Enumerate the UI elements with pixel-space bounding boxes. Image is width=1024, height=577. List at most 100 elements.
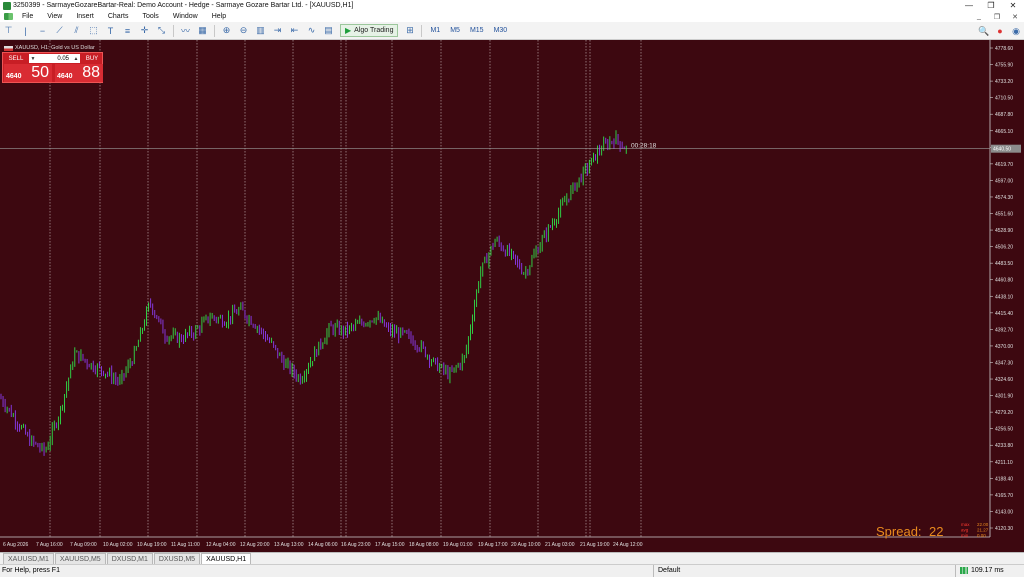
timeframe-m30[interactable]: M30 [489, 27, 513, 34]
algo-trading-button[interactable]: ▶ Algo Trading [340, 24, 399, 37]
child-minimize-icon[interactable]: _ [970, 13, 988, 20]
timeframe-m1[interactable]: M1 [425, 27, 445, 34]
spread-value: 22 [929, 524, 943, 539]
price-tick-label: 4665.10 [995, 129, 1013, 135]
search-icon[interactable]: 🔍 [976, 26, 992, 37]
menu-tools[interactable]: Tools [135, 13, 165, 20]
spread-stat-key: min [961, 533, 969, 538]
tab-dxusd-m1[interactable]: DXUSD,M1 [106, 553, 153, 564]
restore-icon[interactable]: ❐ [980, 0, 1002, 11]
channel-icon[interactable]: ⫽ [69, 24, 84, 38]
vertical-line-icon[interactable]: | [18, 24, 33, 38]
status-bar: For Help, press F1 Default 109.17 ms [0, 564, 1024, 577]
tab-dxusd-m5[interactable]: DXUSD,M5 [153, 553, 201, 564]
spread-stat-value: 22.00 [977, 522, 989, 527]
price-chart[interactable]: 4778.60 4755.90 4733.20 4710.50 4687.80 4665.… [0, 40, 1024, 552]
text-icon[interactable]: T [103, 24, 118, 38]
child-restore-icon[interactable]: ❐ [988, 13, 1006, 21]
spread-stat-key: max [961, 522, 970, 527]
indicators-icon[interactable]: 〰 [178, 24, 193, 38]
connection-bars-icon [960, 567, 968, 574]
algo-trading-label: Algo Trading [354, 27, 394, 34]
price-tick-label: 4460.80 [995, 278, 1013, 284]
sell-price[interactable]: 4640 50 [4, 64, 52, 82]
tab-xauusd-m1[interactable]: XAUUSD,M1 [3, 553, 54, 564]
signals-icon[interactable]: ∿ [304, 24, 319, 38]
app-icon [3, 1, 11, 10]
time-tick-label: 14 Aug 06:00 [308, 542, 338, 548]
time-tick-label: 13 Aug 13:00 [274, 542, 304, 548]
price-tick-label: 4528.90 [995, 228, 1013, 234]
arrows-menu-icon[interactable]: ⤡ [154, 24, 169, 38]
market-watch-icon[interactable]: ▤ [321, 24, 336, 38]
lot-size-input[interactable]: 0.05 [37, 56, 72, 62]
time-tick-label: 7 Aug 16:00 [36, 542, 63, 548]
sell-button[interactable]: SELL [5, 54, 27, 63]
trendline-icon[interactable]: ⟋ [52, 24, 67, 38]
spread-label: Spread: [876, 524, 922, 539]
menu-help[interactable]: Help [205, 13, 233, 20]
price-tick-label: 4619.70 [995, 162, 1013, 168]
time-tick-label: 19 Aug 17:00 [478, 542, 508, 548]
crosshair-icon[interactable]: ⊤ [1, 24, 16, 38]
menu-view[interactable]: View [40, 13, 69, 20]
menu-insert[interactable]: Insert [69, 13, 101, 20]
chart-shift-icon[interactable]: ⇥ [270, 24, 285, 38]
account-icon[interactable]: ◉ [1008, 26, 1024, 37]
price-tick-label: 4392.70 [995, 327, 1013, 333]
tab-xauusd-h1[interactable]: XAUUSD,H1 [201, 553, 252, 564]
symbol-label: XAUUSD, H1: Gold vs US Dollar [15, 45, 95, 51]
close-icon[interactable]: ✕ [1002, 0, 1024, 11]
menu-window[interactable]: Window [166, 13, 205, 20]
templates-icon[interactable]: ▦ [195, 24, 210, 38]
notifications-icon[interactable]: ● [992, 26, 1008, 36]
ping-value: 109.17 ms [971, 566, 1004, 574]
buy-button[interactable]: BUY [82, 54, 102, 63]
lot-decrease-icon[interactable]: ▼ [29, 56, 37, 62]
cursor-icon[interactable]: ✛ [137, 24, 152, 38]
price-tick-label: 4755.90 [995, 63, 1013, 69]
tab-xauusd-m5[interactable]: XAUUSD,M5 [54, 553, 106, 564]
price-tick-label: 4574.30 [995, 195, 1013, 201]
autoscroll-icon[interactable]: ⇤ [287, 24, 302, 38]
time-tick-label: 16 Aug 23:00 [341, 542, 371, 548]
price-tick-label: 4211.10 [995, 460, 1013, 466]
price-tick-label: 4279.20 [995, 410, 1013, 416]
sell-price-major: 4640 [6, 73, 22, 80]
menu-file[interactable]: File [15, 13, 40, 20]
horizontal-line-icon[interactable]: − [35, 24, 50, 38]
lot-size-stepper[interactable]: ▼ 0.05 ▲ [29, 54, 80, 63]
time-tick-label: 24 Aug 12:00 [613, 542, 643, 548]
zoom-in-icon[interactable]: ⊕ [219, 24, 234, 38]
toolbar-separator [421, 24, 423, 37]
time-tick-label: 10 Aug 19:00 [137, 542, 167, 548]
lot-increase-icon[interactable]: ▲ [72, 56, 80, 62]
timeframe-m5[interactable]: M5 [445, 27, 465, 34]
price-tick-label: 4733.20 [995, 79, 1013, 85]
new-order-icon[interactable]: ⊞ [402, 24, 417, 38]
timeframe-m15[interactable]: M15 [465, 27, 489, 34]
child-close-icon[interactable]: ✕ [1006, 13, 1024, 21]
status-connection[interactable]: 109.17 ms [955, 564, 1004, 577]
price-tick-label: 4256.50 [995, 427, 1013, 433]
symbol-line: XAUUSD, H1: Gold vs US Dollar [4, 44, 95, 52]
minimize-icon[interactable]: — [958, 0, 980, 11]
time-tick-label: 11 Aug 11:00 [171, 542, 200, 548]
tile-windows-icon[interactable]: ▥ [253, 24, 268, 38]
time-tick-label: 17 Aug 15:00 [375, 542, 405, 548]
fibonacci-icon[interactable]: ≡ [120, 24, 135, 38]
time-tick-label: 7 Aug 09:00 [70, 542, 97, 548]
status-profile: Default [653, 564, 680, 577]
price-tick-label: 4188.40 [995, 476, 1013, 482]
buy-price[interactable]: 4640 88 [55, 64, 103, 82]
price-tick-label: 4438.10 [995, 294, 1013, 300]
sell-price-minor: 50 [31, 64, 49, 81]
price-tick-label: 4687.80 [995, 112, 1013, 118]
status-help-text: For Help, press F1 [2, 567, 60, 574]
shapes-icon[interactable]: ⬚ [86, 24, 101, 38]
chart-tabs: XAUUSD,M1 XAUUSD,M5 DXUSD,M1 DXUSD,M5 XA… [0, 552, 1024, 564]
zoom-out-icon[interactable]: ⊖ [236, 24, 251, 38]
menu-charts[interactable]: Charts [101, 13, 136, 20]
app-menu-icon[interactable] [4, 13, 13, 20]
chart-window[interactable]: 4778.60 4755.90 4733.20 4710.50 4687.80 4665.… [0, 40, 1024, 552]
